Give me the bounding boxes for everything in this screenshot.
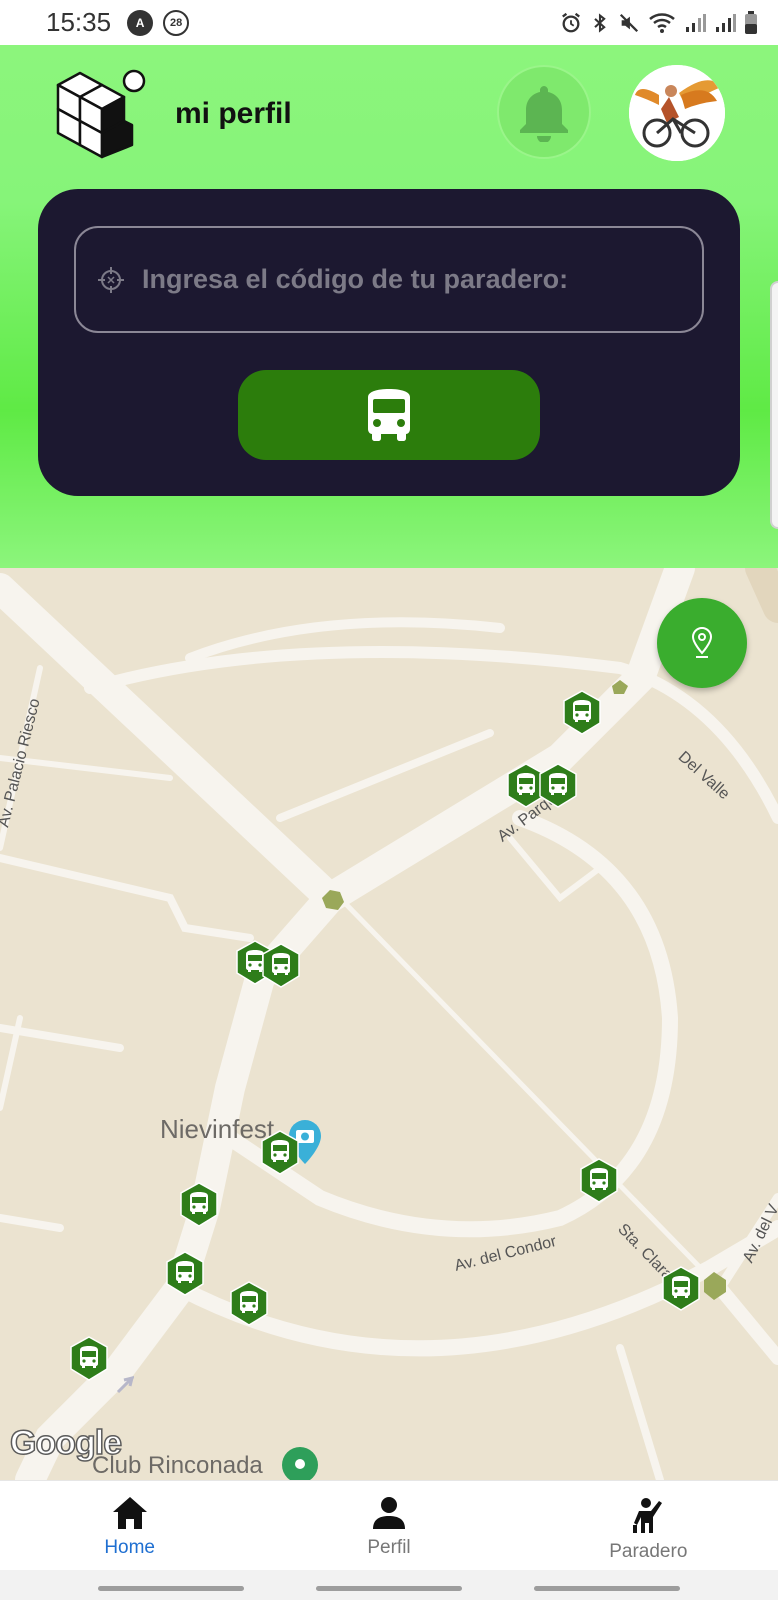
wifi-icon (649, 12, 675, 33)
bus-stop-marker[interactable] (228, 1281, 270, 1327)
stop-code-input[interactable] (142, 264, 662, 295)
avatar[interactable] (629, 65, 725, 161)
place-pin-icon[interactable] (281, 1446, 319, 1480)
bell-icon (520, 86, 568, 142)
gesture-handle[interactable] (534, 1586, 680, 1591)
notification-count-icon: 28 (163, 9, 190, 36)
page-title: mi perfil (175, 97, 292, 130)
location-pin-icon (691, 627, 713, 658)
notifications-button[interactable] (497, 65, 591, 159)
poi-label: Nievinfest (160, 1114, 275, 1144)
crosshair-icon (98, 266, 124, 293)
gesture-bar (0, 1570, 778, 1600)
header: mi perfil (0, 45, 778, 568)
home-icon (112, 1497, 147, 1529)
notification-a-icon: A (127, 9, 154, 36)
nav-paradero[interactable]: Paradero (519, 1481, 778, 1570)
alarm-icon (562, 12, 580, 32)
status-bar: 15:35 A 28 (0, 0, 778, 45)
bus-stop-marker[interactable] (178, 1182, 220, 1228)
stop-code-field[interactable] (74, 226, 704, 333)
bus-icon (368, 389, 410, 441)
bus-stop-marker[interactable] (259, 1130, 301, 1176)
battery-icon (745, 10, 757, 34)
bus-stop-marker[interactable] (164, 1251, 206, 1297)
locate-me-button[interactable] (657, 598, 747, 688)
gesture-handle[interactable] (316, 1586, 462, 1591)
search-bus-button[interactable] (238, 370, 540, 460)
club-label: Club Rinconada (92, 1452, 263, 1479)
edge-panel-handle[interactable] (770, 281, 778, 529)
bluetooth-icon (594, 12, 606, 33)
bus-stop-marker[interactable] (68, 1336, 110, 1382)
map-roads (0, 568, 778, 1480)
bus-stop-marker[interactable] (260, 943, 302, 989)
map[interactable]: Av. Parque Del Valle Av. Palacio Riesco … (0, 568, 778, 1480)
cubes-logo (50, 65, 150, 161)
signal-icon (716, 13, 736, 32)
stop-search-card (38, 189, 740, 496)
bus-stop-marker[interactable] (561, 690, 603, 736)
status-time: 15:35 (46, 7, 112, 37)
status-notifications: A 28 (127, 9, 190, 36)
nav-perfil-label: Perfil (367, 1537, 411, 1558)
bus-stop-marker[interactable] (660, 1266, 702, 1312)
nav-paradero-label: Paradero (609, 1541, 688, 1562)
signal-icon (686, 13, 706, 32)
bus-stop-marker[interactable] (537, 763, 579, 809)
nav-perfil[interactable]: Perfil (259, 1481, 518, 1570)
mute-icon (619, 13, 639, 32)
bus-stop-marker[interactable] (578, 1158, 620, 1204)
navigation-arrow-icon (116, 1375, 137, 1399)
nav-home[interactable]: Home (0, 1481, 259, 1570)
nav-home-label: Home (104, 1537, 155, 1558)
bottom-navigation: Home Perfil Paradero (0, 1480, 778, 1570)
status-icons (560, 10, 758, 35)
waving-person-icon (633, 1498, 663, 1533)
person-icon (372, 1497, 405, 1529)
gesture-handle[interactable] (98, 1586, 244, 1591)
